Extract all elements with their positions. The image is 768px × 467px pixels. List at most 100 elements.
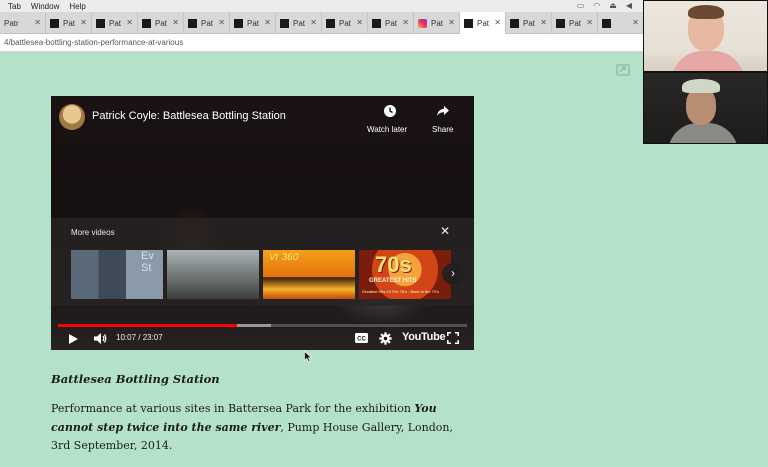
browser-tab[interactable]: Pat ✕ xyxy=(506,12,552,34)
tab-close-icon[interactable]: ✕ xyxy=(126,18,133,27)
progress-played xyxy=(58,324,237,327)
tab-label: Pat xyxy=(569,18,582,28)
thumbnail-text: Ev St xyxy=(141,250,154,274)
browser-tab[interactable]: Patr ✕ xyxy=(0,12,46,34)
menu-help[interactable]: Help xyxy=(69,2,85,11)
tab-label: Pat xyxy=(247,18,260,28)
tab-label: Pat xyxy=(109,18,122,28)
webcam-person-shirt xyxy=(672,51,744,71)
play-icon[interactable] xyxy=(68,334,78,344)
webcam-person-body xyxy=(668,123,738,143)
more-videos-heading: More videos xyxy=(71,228,115,237)
favicon-icon xyxy=(280,18,289,28)
tab-close-icon[interactable]: ✕ xyxy=(448,18,455,27)
tab-label: Pat xyxy=(201,18,214,28)
tab-label: Pat xyxy=(63,18,76,28)
mouse-cursor-icon xyxy=(304,351,312,362)
progress-bar[interactable] xyxy=(58,324,467,327)
tab-label: Pat xyxy=(385,18,398,28)
time-display: 10:07 / 23:07 xyxy=(116,333,163,342)
instagram-favicon-icon xyxy=(418,18,427,28)
suggested-video-thumbnail[interactable]: Ev St xyxy=(71,250,163,299)
url-text: 4/battlesea-bottling-station-performance… xyxy=(4,38,184,47)
tab-label: Pat xyxy=(155,18,168,28)
wifi-icon[interactable]: ◠ xyxy=(593,1,600,10)
browser-tab[interactable]: Pat ✕ xyxy=(184,12,230,34)
browser-tab[interactable]: Pat ✕ xyxy=(230,12,276,34)
tab-close-icon[interactable]: ✕ xyxy=(540,18,547,27)
thumbnail-subtext: Greatest Hits Of The 70's - Back to the … xyxy=(362,289,439,294)
tab-label: Pat xyxy=(339,18,352,28)
gear-icon[interactable] xyxy=(379,332,392,345)
browser-tab[interactable]: Pat ✕ xyxy=(414,12,460,34)
tab-close-icon[interactable]: ✕ xyxy=(172,18,179,27)
share-button[interactable]: Share xyxy=(432,125,453,134)
favicon-icon xyxy=(188,18,197,28)
share-arrow-icon[interactable] xyxy=(436,105,450,117)
browser-tab[interactable]: Pat ✕ xyxy=(276,12,322,34)
browser-tab[interactable]: ✕ xyxy=(598,12,644,34)
browser-tab[interactable]: Pat ✕ xyxy=(460,12,506,34)
suggested-video-thumbnail[interactable]: Vr 360 xyxy=(263,250,355,299)
tab-close-icon[interactable]: ✕ xyxy=(632,18,639,27)
favicon-icon xyxy=(326,18,335,28)
favicon-icon xyxy=(96,18,105,28)
browser-tab[interactable]: Pat ✕ xyxy=(368,12,414,34)
tab-close-icon[interactable]: ✕ xyxy=(34,18,41,27)
volume-icon[interactable] xyxy=(93,332,107,345)
tab-close-icon[interactable]: ✕ xyxy=(402,18,409,27)
suggested-video-thumbnail[interactable]: 70s GREATEST HITS Greatest Hits Of The 7… xyxy=(359,250,451,299)
favicon-icon xyxy=(142,18,151,28)
article-body-text: Performance at various sites in Batterse… xyxy=(51,402,415,415)
captions-icon[interactable]: CC xyxy=(355,333,368,343)
favicon-icon xyxy=(510,18,519,28)
eject-icon[interactable]: ⏏ xyxy=(609,1,617,10)
webcam-feed xyxy=(643,0,768,72)
channel-avatar[interactable] xyxy=(59,104,85,130)
article-title: Battlesea Bottling Station xyxy=(51,372,220,386)
close-icon[interactable]: ✕ xyxy=(440,224,450,238)
tab-close-icon[interactable]: ✕ xyxy=(494,18,501,27)
tab-close-icon[interactable]: ✕ xyxy=(356,18,363,27)
tab-label: Pat xyxy=(477,18,490,28)
watch-later-button[interactable]: Watch later xyxy=(367,125,407,134)
video-title[interactable]: Patrick Coyle: Battlesea Bottling Statio… xyxy=(92,110,286,122)
battery-icon[interactable]: ▭ xyxy=(577,1,585,10)
tab-label: Pat xyxy=(431,18,444,28)
menu-window[interactable]: Window xyxy=(31,2,59,11)
volume-tray-icon[interactable]: ◀ xyxy=(626,1,632,10)
favicon-icon xyxy=(602,18,611,28)
page-share-icon[interactable] xyxy=(616,64,630,76)
tab-close-icon[interactable]: ✕ xyxy=(264,18,271,27)
browser-tab[interactable]: Pat ✕ xyxy=(552,12,598,34)
suggested-video-thumbnail[interactable] xyxy=(167,250,259,299)
webcam-person-cap xyxy=(682,79,720,93)
thumbnail-subtext: GREATEST HITS xyxy=(369,278,417,284)
menu-bar-tray: ▭ ◠ ⏏ ◀ xyxy=(577,1,632,10)
webcam-person-hair xyxy=(688,5,724,19)
clock-icon[interactable] xyxy=(383,104,397,118)
chevron-right-icon[interactable]: › xyxy=(442,263,464,285)
tab-label: Patr xyxy=(4,18,19,28)
tab-close-icon[interactable]: ✕ xyxy=(218,18,225,27)
article-body: Performance at various sites in Batterse… xyxy=(51,400,471,456)
svg-text:CC: CC xyxy=(357,336,366,342)
browser-tab[interactable]: Pat ✕ xyxy=(138,12,184,34)
youtube-logo[interactable]: YouTube xyxy=(402,331,446,343)
tab-close-icon[interactable]: ✕ xyxy=(586,18,593,27)
browser-tab[interactable]: Pat ✕ xyxy=(322,12,368,34)
tab-close-icon[interactable]: ✕ xyxy=(80,18,87,27)
thumbnail-text: Vr 360 xyxy=(269,252,299,263)
tab-label: Pat xyxy=(293,18,306,28)
tab-label: Pat xyxy=(523,18,536,28)
webcam-feed xyxy=(643,72,768,144)
tab-close-icon[interactable]: ✕ xyxy=(310,18,317,27)
video-player[interactable]: Patrick Coyle: Battlesea Bottling Statio… xyxy=(51,96,474,350)
thumbnail-text: 70s xyxy=(375,252,412,277)
favicon-icon xyxy=(556,18,565,28)
more-videos-panel: More videos ✕ Ev St Vr 360 70s GREATEST … xyxy=(51,218,474,306)
menu-tab[interactable]: Tab xyxy=(8,2,21,11)
browser-tab[interactable]: Pat ✕ xyxy=(92,12,138,34)
browser-tab[interactable]: Pat ✕ xyxy=(46,12,92,34)
fullscreen-icon[interactable] xyxy=(447,332,459,344)
